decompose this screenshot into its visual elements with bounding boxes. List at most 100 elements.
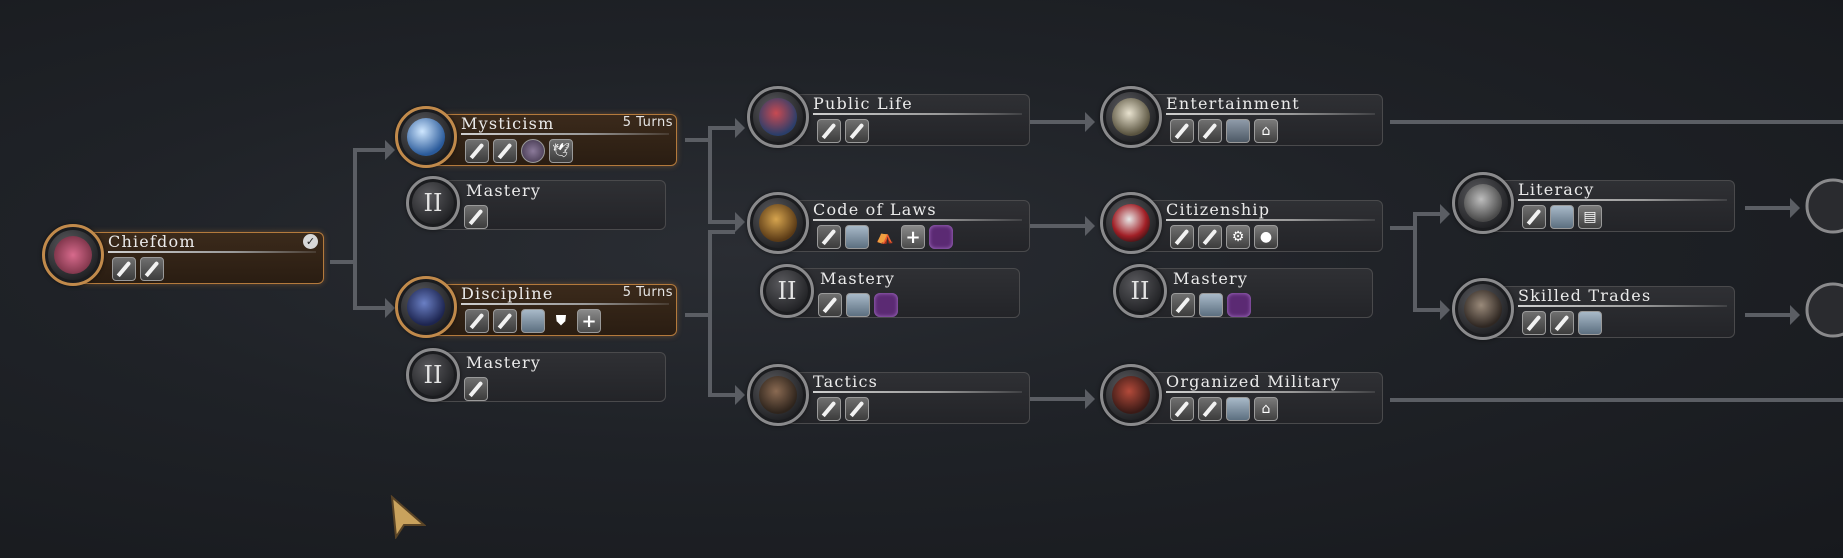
dove-icon[interactable]: 🕊: [549, 139, 573, 163]
civic-node-public-life[interactable]: Public Life: [747, 86, 1030, 148]
civic-node-code-of-laws-mastery[interactable]: II Mastery: [760, 264, 1020, 326]
title-rule: [1166, 219, 1375, 221]
civic-node-code-of-laws[interactable]: Code of Laws ⛺ +: [747, 192, 1030, 254]
craftsman-icon: [1452, 278, 1514, 340]
plus-icon[interactable]: +: [901, 225, 925, 249]
mask-icon: [1100, 86, 1162, 148]
portrait-icon: [42, 224, 104, 286]
quill-icon[interactable]: [1170, 119, 1194, 143]
workshop-icon[interactable]: [1578, 311, 1602, 335]
quill-icon[interactable]: [1170, 225, 1194, 249]
title-rule: [1518, 305, 1727, 307]
unlock-list: [818, 293, 898, 317]
courthouse-icon[interactable]: [1199, 293, 1223, 317]
quill-icon[interactable]: [1198, 225, 1222, 249]
node-title: Literacy: [1518, 180, 1595, 199]
node-title: Citizenship: [1166, 200, 1271, 219]
civic-node-skilled-trades[interactable]: Skilled Trades: [1452, 278, 1735, 340]
next-node-emblem-partial[interactable]: [1805, 282, 1843, 338]
node-title: Public Life: [813, 94, 913, 113]
soldier-icon: [1100, 364, 1162, 426]
courthouse-icon[interactable]: [845, 225, 869, 249]
node-title: Tactics: [813, 372, 879, 391]
courthouse-icon[interactable]: [846, 293, 870, 317]
unlock-list: [464, 205, 488, 229]
mastery-emblem: II: [760, 264, 814, 318]
civic-node-chiefdom[interactable]: Chiefdom ✓: [42, 224, 324, 286]
unlock-list: ⚙ ●: [1170, 225, 1278, 249]
title-rule: [813, 391, 1022, 393]
scales-icon: [747, 192, 809, 254]
quill-icon[interactable]: [1522, 311, 1546, 335]
statue-icon: [747, 86, 809, 148]
quill-icon[interactable]: [140, 257, 164, 281]
civic-node-mysticism-mastery[interactable]: II Mastery: [406, 176, 666, 238]
node-title: Organized Military: [1166, 372, 1342, 391]
node-title: Mastery: [466, 181, 542, 200]
house-icon[interactable]: ⌂: [1254, 397, 1278, 421]
quill-icon[interactable]: [1522, 205, 1546, 229]
civic-node-citizenship[interactable]: Citizenship ⚙ ●: [1100, 192, 1383, 254]
quill-icon[interactable]: [493, 309, 517, 333]
plus-icon[interactable]: +: [577, 309, 601, 333]
quill-icon[interactable]: [1171, 293, 1195, 317]
scroll-icon[interactable]: ▤: [1578, 205, 1602, 229]
temple-icon[interactable]: [521, 139, 545, 163]
node-title: Skilled Trades: [1518, 286, 1652, 305]
bulb-icon[interactable]: ●: [1254, 225, 1278, 249]
civic-node-literacy[interactable]: Literacy ▤: [1452, 172, 1735, 234]
civic-node-tactics[interactable]: Tactics: [747, 364, 1030, 426]
civic-node-entertainment[interactable]: Entertainment ⌂: [1100, 86, 1383, 148]
quill-icon[interactable]: [817, 225, 841, 249]
quill-icon[interactable]: [1550, 311, 1574, 335]
quill-icon[interactable]: [1198, 119, 1222, 143]
warrior-icon: [395, 276, 457, 338]
civic-node-discipline[interactable]: Discipline 5 Turns ⛊ +: [395, 276, 677, 338]
quill-icon[interactable]: [464, 377, 488, 401]
quill-icon[interactable]: [112, 257, 136, 281]
node-title: Mastery: [1173, 269, 1249, 288]
civic-node-citizenship-mastery[interactable]: II Mastery: [1113, 264, 1373, 326]
quill-icon[interactable]: [817, 397, 841, 421]
civic-node-organized-military[interactable]: Organized Military ⌂: [1100, 364, 1383, 426]
barracks-icon[interactable]: [521, 309, 545, 333]
quill-icon[interactable]: [465, 309, 489, 333]
quill-icon[interactable]: [493, 139, 517, 163]
title-rule: [108, 251, 316, 253]
quill-icon[interactable]: [845, 119, 869, 143]
unlock-list: [817, 397, 869, 421]
unlock-list: ⌂: [1170, 119, 1278, 143]
shield-icon[interactable]: ⛊: [549, 309, 573, 333]
mastery-emblem: II: [406, 348, 460, 402]
hex-tile-icon[interactable]: [874, 293, 898, 317]
next-node-emblem-partial[interactable]: [1805, 178, 1843, 234]
hex-tile-icon[interactable]: [929, 225, 953, 249]
fort-icon[interactable]: [1226, 397, 1250, 421]
title-rule: [1166, 113, 1375, 115]
node-title: Mastery: [820, 269, 896, 288]
quill-icon[interactable]: [845, 397, 869, 421]
quill-icon[interactable]: [818, 293, 842, 317]
check-icon: ✓: [303, 234, 318, 249]
civic-node-discipline-mastery[interactable]: II Mastery: [406, 348, 666, 410]
tent-icon[interactable]: ⛺: [873, 225, 897, 249]
node-title: Mastery: [466, 353, 542, 372]
quill-icon[interactable]: [1198, 397, 1222, 421]
quill-icon[interactable]: [1170, 397, 1194, 421]
quill-icon[interactable]: [465, 139, 489, 163]
house-icon[interactable]: ⌂: [1254, 119, 1278, 143]
quill-icon[interactable]: [464, 205, 488, 229]
quill-icon[interactable]: [817, 119, 841, 143]
unlock-list: [112, 257, 164, 281]
hex-tile-icon[interactable]: [1227, 293, 1251, 317]
arena-icon[interactable]: [1226, 119, 1250, 143]
unlock-list: [1171, 293, 1251, 317]
unlock-list: [1522, 311, 1602, 335]
title-rule: [461, 133, 669, 135]
unlock-list: 🕊: [465, 139, 573, 163]
unlock-list: ⛊ +: [465, 309, 601, 333]
unlock-list: ⌂: [1170, 397, 1278, 421]
civic-node-mysticism[interactable]: Mysticism 5 Turns 🕊: [395, 106, 677, 168]
gear-icon[interactable]: ⚙: [1226, 225, 1250, 249]
library-icon[interactable]: [1550, 205, 1574, 229]
